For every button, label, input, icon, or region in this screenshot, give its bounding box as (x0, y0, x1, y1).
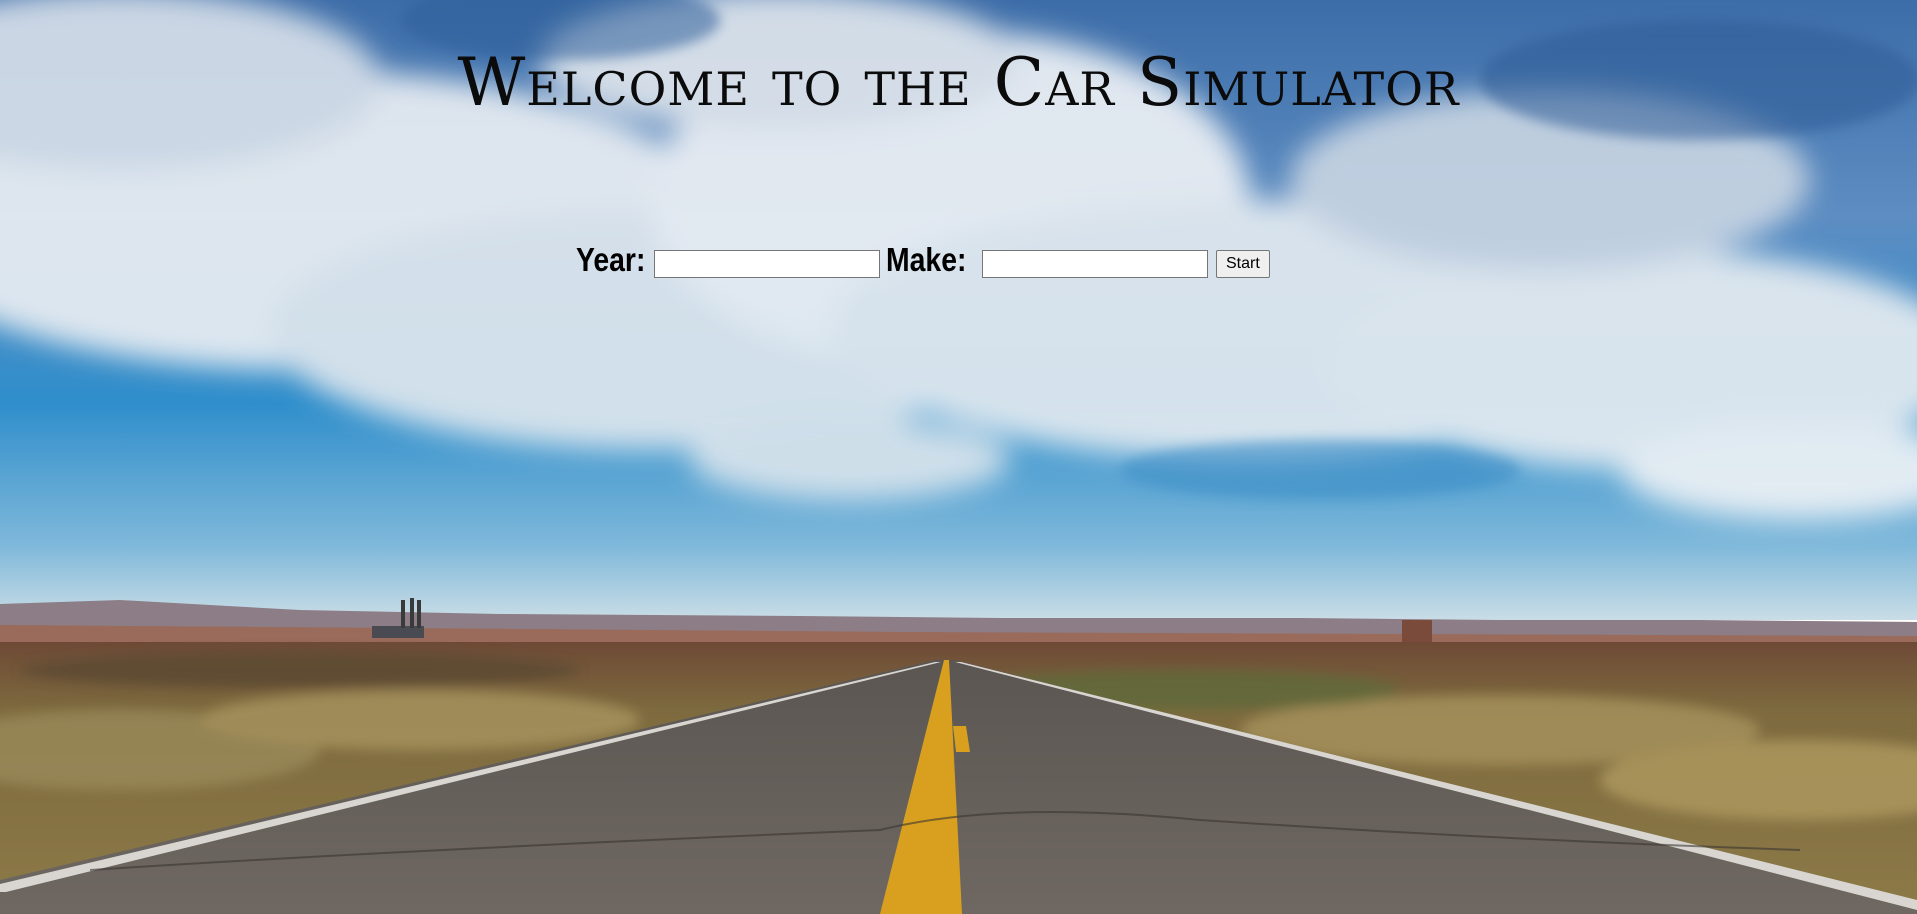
year-input[interactable] (654, 250, 880, 278)
make-input[interactable] (982, 250, 1208, 278)
year-label: Year: (576, 241, 646, 278)
page-title: Welcome to the Car Simulator (457, 44, 1460, 121)
start-button[interactable]: Start (1216, 250, 1270, 278)
background-road-photo (0, 0, 1917, 914)
make-label: Make: (886, 241, 967, 278)
car-form: Year: Make: Start (576, 238, 1270, 282)
